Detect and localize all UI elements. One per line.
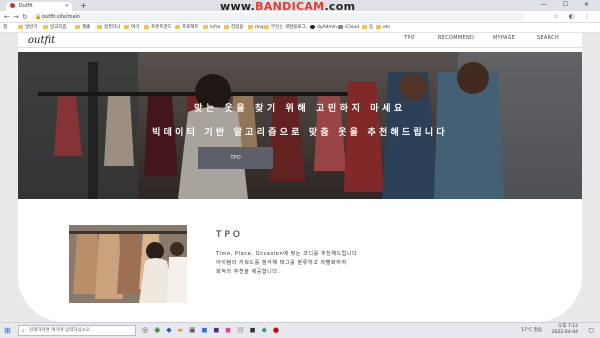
nav-tpo[interactable]: TPO — [404, 35, 415, 41]
bookmark-item[interactable]: 동 — [362, 24, 373, 32]
url-field[interactable]: 🔒 outfit.site/main — [32, 13, 524, 21]
lock-icon: 🔒 — [35, 14, 42, 20]
forward-icon[interactable]: → — [13, 13, 19, 21]
tab-title: Outfit — [18, 3, 33, 9]
bookmark-item[interactable]: 작업용 — [224, 24, 243, 32]
bookmark-item[interactable]: 일반기 — [18, 24, 37, 32]
bookmark-item[interactable]: iCloud — [338, 24, 359, 32]
search-placeholder: 검색하려면 여기에 입력하십시오. — [29, 328, 92, 333]
clock-date: 2022-04-04 — [551, 330, 578, 335]
bookmark-item[interactable]: dyAdmin — [310, 24, 337, 32]
back-icon[interactable]: ← — [4, 13, 10, 21]
taskbar-app-icons[interactable]: ◎◉◆▰▣◼◼◼▤◼◆● — [142, 326, 285, 334]
bookmark-item[interactable]: infra — [203, 24, 220, 32]
section-desc-line: Time, Place, Occasion에 맞는 코디를 추천해드립니다 — [216, 251, 358, 257]
weather-status[interactable]: 17°C 맑음 — [521, 327, 542, 333]
hero-title: 맞는 옷을 찾기 위해 고민하지 마세요 — [194, 104, 406, 114]
system-clock[interactable]: 오후 7:12 2022-04-04 — [552, 324, 578, 336]
bookmark-item[interactable]: 제출 — [75, 24, 90, 32]
hero-banner: 맞는 옷을 찾기 위해 고민하지 마세요 빅데이터 기반 알고리즘으로 맞춤 옷… — [18, 52, 582, 199]
nav-recommend[interactable]: RECOMMEND — [438, 35, 474, 41]
tab-close-icon[interactable]: × — [65, 2, 69, 11]
window-controls[interactable]: — ☐ ✕ — [541, 1, 596, 8]
bookmark-item[interactable]: 무인는 개발블로그... — [264, 24, 310, 32]
search-icon: ⌕ — [22, 328, 25, 334]
bookmark-item[interactable]: 프론트앤드 — [144, 24, 172, 32]
windows-start-icon[interactable]: ⊞ — [4, 326, 11, 335]
section-description: Time, Place, Occasion에 맞는 코디를 추천해드립니다 아이… — [216, 250, 357, 277]
bookmark-item[interactable]: 프로젝트 — [175, 24, 199, 32]
section-title: TPO — [216, 230, 244, 240]
bookmark-item[interactable]: 앱 — [3, 24, 7, 32]
reload-icon[interactable]: ↻ — [22, 13, 28, 21]
nav-search[interactable]: SEARCH — [537, 35, 559, 41]
browser-tab-bar: Outfit × + www.BANDICAM.com — ☐ ✕ — [0, 0, 600, 13]
tpo-section: TPO Time, Place, Occasion에 맞는 코디를 추천해드립니… — [18, 199, 582, 322]
browser-toolbar-icons[interactable]: ☆ ◐ ⋮ — [554, 13, 594, 20]
bookmark-item[interactable]: 컴퓨터니 — [97, 24, 121, 32]
bookmarks-bar: 앱 일반기 알고리즘 제출 컴퓨터니 여기 프론트앤드 프로젝트 infra 작… — [0, 23, 600, 33]
section-desc-line: 회적의 추천을 제공합니다. — [216, 269, 280, 275]
address-bar: ← → ↻ 🔒 outfit.site/main ☆ ◐ ⋮ — [0, 11, 600, 23]
url-text: outfit.site/main — [42, 14, 81, 20]
header-divider — [18, 47, 582, 48]
bookmark-item[interactable]: 여기 — [124, 24, 139, 32]
bookmark-item[interactable]: 알고리즘 — [43, 24, 67, 32]
taskbar-search-input[interactable]: ⌕ 검색하려면 여기에 입력하십시오. — [18, 325, 136, 336]
section-desc-line: 아이템의 키워드를 분석해 태그를 분류하고 차별화하여 — [216, 260, 347, 266]
new-tab-button[interactable]: + — [80, 1, 87, 10]
page-viewport: outfit TPO RECOMMEND MYPAGE SEARCH 맞는 옷을… — [0, 33, 600, 322]
tpo-thumbnail-image — [69, 225, 187, 303]
nav-mypage[interactable]: MYPAGE — [493, 35, 515, 41]
bookmark-item[interactable]: mvp — [248, 24, 265, 32]
browser-tab[interactable]: Outfit × — [6, 2, 72, 11]
bookmark-item[interactable]: etc — [376, 24, 390, 32]
taskbar: ⊞ ⌕ 검색하려면 여기에 입력하십시오. ◎◉◆▰▣◼◼◼▤◼◆● 17°C … — [0, 322, 600, 338]
site-logo[interactable]: outfit — [28, 35, 55, 46]
hero-subtitle: 빅데이터 기반 알고리즘으로 맞춤 옷을 추천해드립니다 — [152, 128, 448, 138]
tpo-button[interactable]: TPO — [198, 147, 273, 169]
notification-icon[interactable]: ▢ — [588, 327, 594, 334]
favicon-icon — [10, 3, 15, 8]
